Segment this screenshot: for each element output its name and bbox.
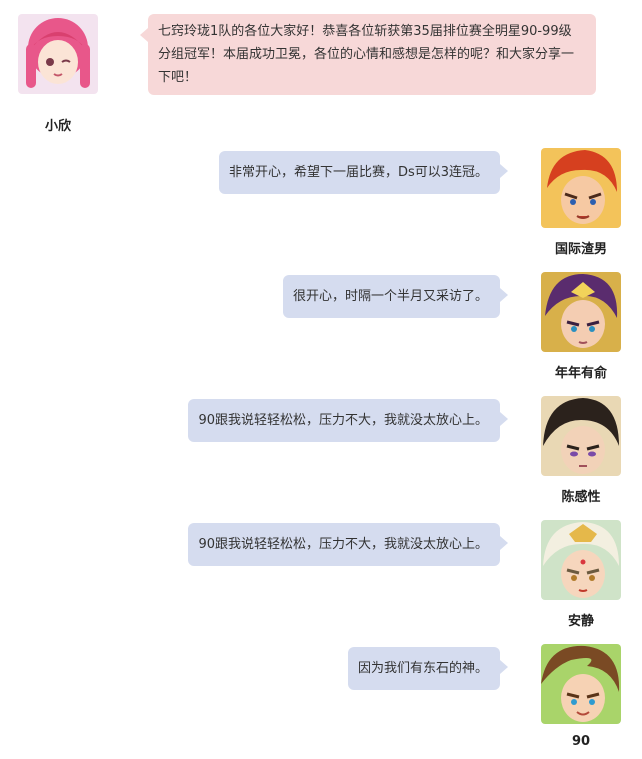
white-hair-monk-avatar-icon[interactable] (541, 520, 621, 600)
speaker-name: 90 (571, 734, 591, 749)
message-bubble: 非常开心，希望下一届比赛，Ds可以3连冠。 (218, 151, 509, 194)
purple-hair-warrior-avatar-icon[interactable] (541, 272, 621, 352)
brown-hair-boy-avatar-icon[interactable] (541, 644, 621, 724)
speaker-name: 安静 (567, 614, 594, 629)
message-bubble: 很开心，时隔一个半月又采访了。 (282, 275, 509, 318)
red-hair-warrior-avatar-icon[interactable] (541, 148, 621, 228)
dark-hair-scholar-avatar-icon[interactable] (541, 396, 621, 476)
speaker-name: 小欣 (44, 119, 71, 134)
speaker-name: 年年有俞 (554, 366, 607, 381)
message-bubble: 七窍玲珑1队的各位大家好！恭喜各位斩获第35届排位赛全明星90-99级分组冠军！… (140, 14, 596, 95)
speaker-name: 国际渣男 (554, 242, 607, 257)
pink-hair-girl-avatar-icon[interactable] (18, 14, 98, 94)
speaker-name: 陈感性 (561, 490, 601, 505)
message-bubble: 90跟我说轻轻松松，压力不大，我就没太放心上。 (188, 399, 508, 442)
message-bubble: 90跟我说轻轻松松，压力不大，我就没太放心上。 (188, 523, 508, 566)
message-bubble: 因为我们有东石的神。 (347, 647, 509, 690)
